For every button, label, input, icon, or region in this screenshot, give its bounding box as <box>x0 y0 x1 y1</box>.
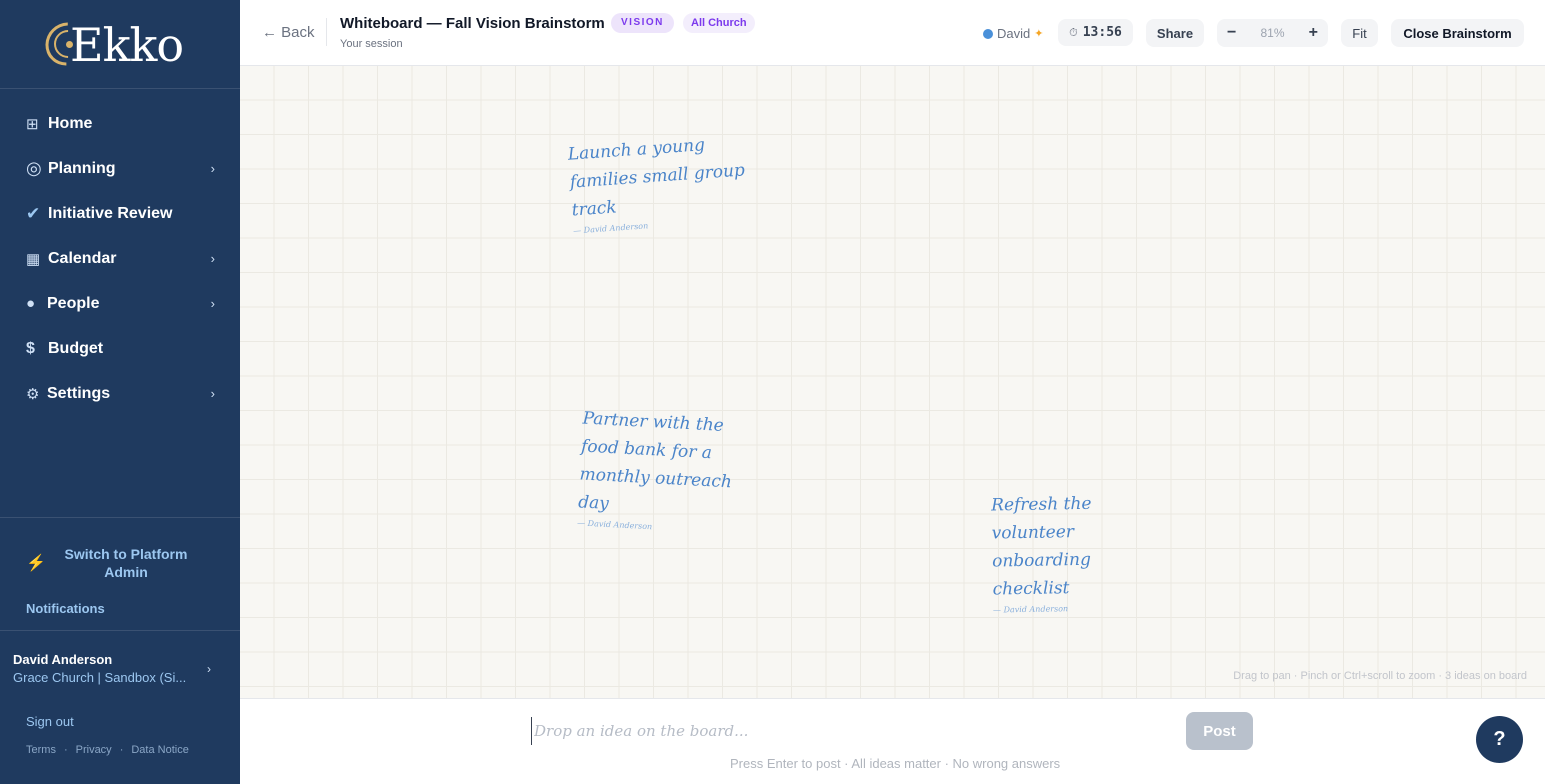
sidebar-item-label: Settings <box>47 384 111 402</box>
idea-composer: Post Press Enter to post · All ideas mat… <box>240 698 1545 784</box>
zoom-out-button[interactable]: − <box>1227 24 1236 42</box>
switch-admin-label: Switch to Platform Admin <box>64 546 188 580</box>
user-org: Grace Church | Sandbox (Si... <box>13 670 187 685</box>
separator: · <box>63 744 68 756</box>
chevron-right-icon: › <box>210 161 215 176</box>
sidebar-item-label: Calendar <box>48 249 117 267</box>
timer-value: 13:56 <box>1082 25 1122 40</box>
session-label: Your session <box>340 38 403 50</box>
zoom-control: − 81% + <box>1217 19 1328 47</box>
data-notice-link[interactable]: Data Notice <box>131 744 188 756</box>
idea-note[interactable]: Refresh the volunteer onboarding checkli… <box>991 488 1168 615</box>
lightning-icon: ⚡ <box>26 555 46 572</box>
divider <box>0 517 240 518</box>
sidebar-item-budget[interactable]: $ Budget <box>0 326 240 371</box>
scope-badge: All Church <box>683 13 755 33</box>
share-button[interactable]: Share <box>1146 19 1204 47</box>
back-label: Back <box>281 24 315 41</box>
page-title: Whiteboard — Fall Vision Brainstorm <box>340 15 605 32</box>
sidebar-item-label: Planning <box>48 159 116 177</box>
sparkle-icon: ✦ <box>1034 28 1044 40</box>
notifications-link[interactable]: Notifications <box>26 601 105 616</box>
help-button[interactable]: ? <box>1476 716 1523 763</box>
idea-text: Launch a young families small group trac… <box>567 135 746 221</box>
idea-text: Refresh the volunteer onboarding checkli… <box>991 493 1092 600</box>
separator: · <box>119 744 124 756</box>
composer-hint: Press Enter to post · All ideas matter ·… <box>730 756 1061 771</box>
timer-icon: ⏱ <box>1069 25 1078 39</box>
divider <box>0 630 240 631</box>
user-menu[interactable]: David Anderson Grace Church | Sandbox (S… <box>13 652 218 685</box>
privacy-link[interactable]: Privacy <box>76 744 112 756</box>
chevron-right-icon: › <box>207 662 211 676</box>
session-timer: ⏱ 13:56 <box>1058 19 1133 46</box>
chevron-right-icon: › <box>210 251 215 266</box>
whiteboard-canvas[interactable]: Launch a young families small group trac… <box>240 66 1545 698</box>
logo-text: Ekko <box>70 18 184 72</box>
check-icon: ✔ <box>26 203 41 223</box>
zoom-in-button[interactable]: + <box>1309 24 1318 42</box>
divider <box>326 18 327 46</box>
person-dot-icon: ● <box>26 295 36 312</box>
sidebar-item-planning[interactable]: ◎ Planning › <box>0 146 240 191</box>
sidebar-item-settings[interactable]: ⚙ Settings › <box>0 371 240 416</box>
chevron-right-icon: › <box>210 296 215 311</box>
logo[interactable]: Ekko <box>0 0 240 89</box>
sidebar: Ekko ⊞ Home ◎ Planning › ✔ Initiative Re… <box>0 0 240 784</box>
zoom-level: 81% <box>1260 26 1285 40</box>
fit-button[interactable]: Fit <box>1341 19 1378 47</box>
sidebar-item-initiative-review[interactable]: ✔ Initiative Review <box>0 191 240 236</box>
sidebar-item-label: People <box>47 294 100 312</box>
close-brainstorm-button[interactable]: Close Brainstorm <box>1391 19 1524 47</box>
arrow-left-icon: ← <box>262 24 277 41</box>
dollar-icon: $ <box>26 339 35 357</box>
idea-note[interactable]: Partner with the food bank for a monthly… <box>577 405 758 537</box>
sign-out-link[interactable]: Sign out <box>26 714 74 729</box>
calendar-icon: ▦ <box>26 250 41 268</box>
presence-dot-icon <box>983 28 993 39</box>
switch-platform-admin-button[interactable]: ⚡ Switch to Platform Admin <box>26 543 216 583</box>
idea-text: Partner with the food bank for a monthly… <box>577 408 733 514</box>
gear-icon: ⚙ <box>26 385 40 403</box>
target-icon: ◎ <box>26 158 42 178</box>
back-button[interactable]: ← Back <box>262 24 315 41</box>
sidebar-item-label: Initiative Review <box>48 204 173 222</box>
idea-author: — David Anderson <box>992 604 1069 615</box>
sidebar-item-home[interactable]: ⊞ Home <box>0 101 240 146</box>
sidebar-item-label: Home <box>48 114 93 132</box>
chevron-right-icon: › <box>210 386 215 401</box>
grid-icon: ⊞ <box>26 115 39 133</box>
idea-note[interactable]: Launch a young families small group trac… <box>567 127 763 235</box>
presence-indicator: David ✦ <box>983 26 1043 41</box>
sidebar-item-people[interactable]: ● People › <box>0 281 240 326</box>
terms-link[interactable]: Terms <box>26 744 56 756</box>
board-hint: Drag to pan · Pinch or Ctrl+scroll to zo… <box>1233 670 1527 682</box>
legal-links: Terms · Privacy · Data Notice <box>26 744 189 756</box>
sidebar-nav: ⊞ Home ◎ Planning › ✔ Initiative Review … <box>0 101 240 416</box>
post-button[interactable]: Post <box>1186 712 1253 750</box>
type-badge: VISION <box>611 13 674 33</box>
sidebar-item-calendar[interactable]: ▦ Calendar › <box>0 236 240 281</box>
whiteboard-header: ← Back Whiteboard — Fall Vision Brainsto… <box>240 0 1545 66</box>
sidebar-item-label: Budget <box>48 339 104 357</box>
presence-name: David <box>997 26 1031 41</box>
user-name: David Anderson <box>13 652 113 667</box>
idea-input[interactable] <box>531 717 1171 745</box>
